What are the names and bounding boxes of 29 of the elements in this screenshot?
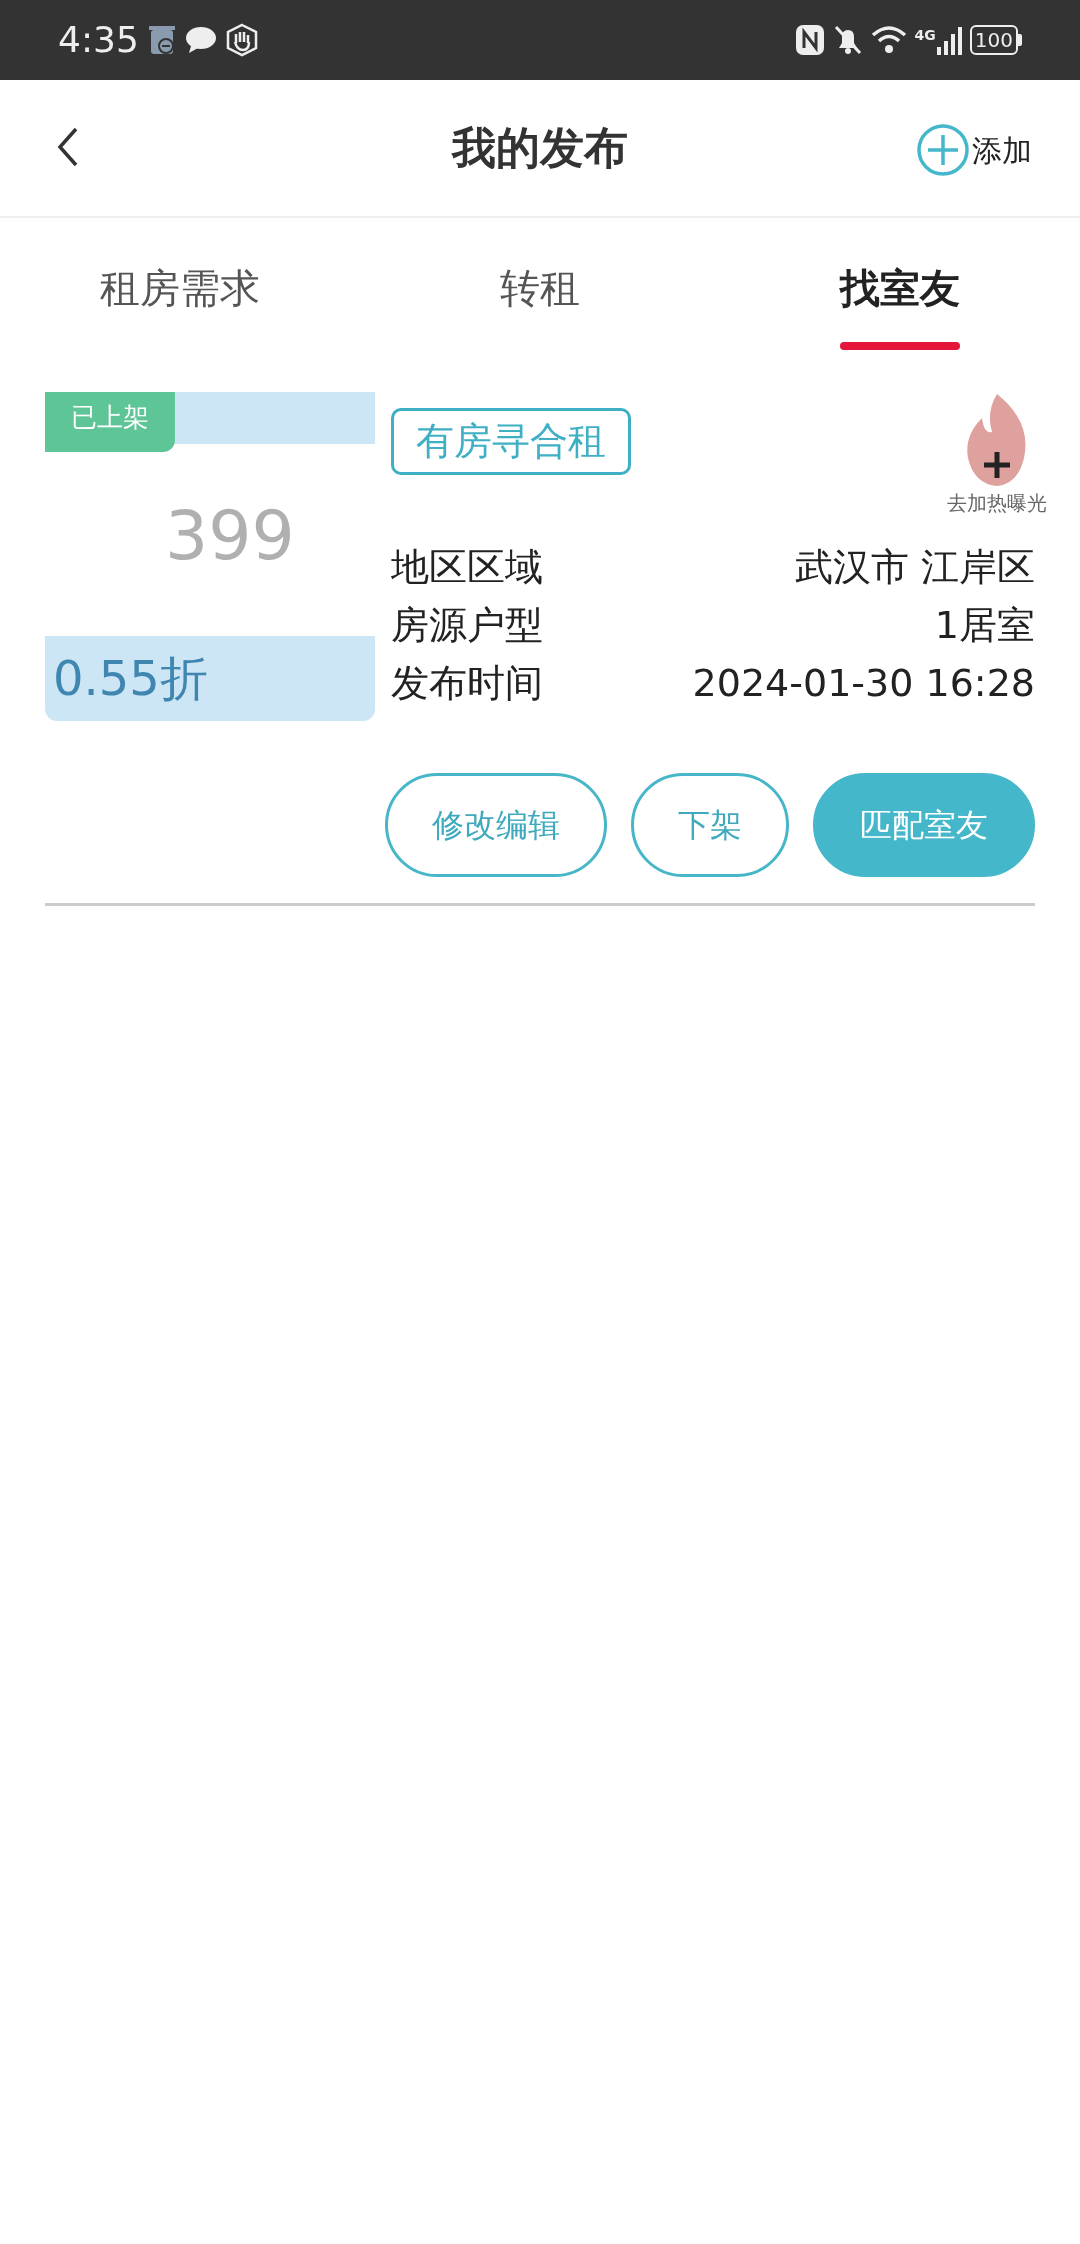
field-value: 1居室 bbox=[934, 602, 1035, 649]
muted-bell-icon bbox=[832, 24, 863, 56]
field-label: 房源户型 bbox=[391, 602, 543, 649]
signal-icon bbox=[935, 25, 962, 55]
field-label: 地区区域 bbox=[391, 544, 543, 591]
wifi-icon bbox=[870, 25, 907, 55]
field-value: 武汉市 江岸区 bbox=[794, 544, 1035, 591]
plus-circle-icon bbox=[916, 123, 970, 177]
nfc-icon bbox=[794, 24, 825, 56]
back-button[interactable] bbox=[56, 125, 80, 169]
tab[interactable]: 找室友 bbox=[720, 258, 1080, 348]
clock-time: 4:35 bbox=[58, 18, 139, 62]
network-type: 4G bbox=[914, 26, 936, 45]
chat-bubble-icon bbox=[184, 26, 217, 54]
back-icon bbox=[56, 125, 80, 169]
price: 399 bbox=[164, 495, 296, 577]
tab[interactable]: 租房需求 bbox=[0, 258, 360, 348]
add-button[interactable]: 添加 bbox=[916, 123, 1032, 177]
hand-icon bbox=[224, 23, 259, 57]
status-badge: 已上架 bbox=[45, 392, 175, 452]
boost-button[interactable]: 去加热曝光 bbox=[947, 392, 1047, 518]
trash-icon bbox=[146, 24, 177, 56]
field-label: 发布时间 bbox=[391, 660, 543, 707]
battery-level: 100 bbox=[969, 25, 1018, 55]
page-title: 我的发布 bbox=[452, 121, 628, 175]
category-tag: 有房寻合租 bbox=[391, 408, 631, 475]
tab[interactable]: 转租 bbox=[360, 258, 720, 348]
field-value: 2024-01-30 16:28 bbox=[692, 660, 1035, 707]
discount-label: 0.55折 bbox=[45, 636, 375, 721]
